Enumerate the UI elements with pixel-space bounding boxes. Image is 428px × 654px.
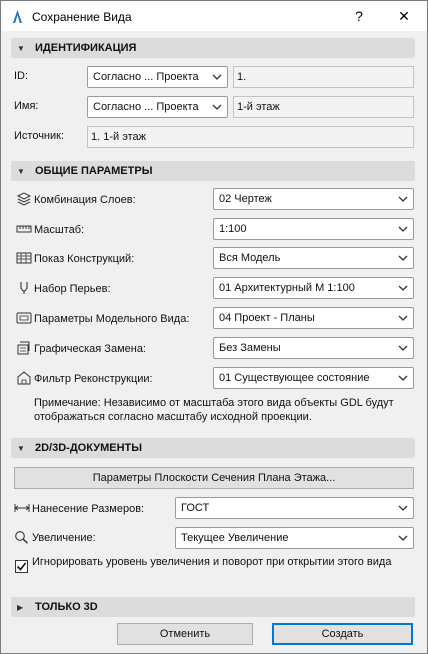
chevron-down-icon <box>212 104 222 110</box>
model-view-options-value: 04 Проект - Планы <box>219 312 315 324</box>
section-title: ИДЕНТИФИКАЦИЯ <box>35 42 137 54</box>
section-title: ОБЩИЕ ПАРАМЕТРЫ <box>35 165 153 177</box>
name-value: 1-й этаж <box>237 101 280 113</box>
chevron-down-icon <box>398 505 408 511</box>
create-button[interactable]: Создать <box>272 623 413 645</box>
section-header-2d3d-documents[interactable]: ▼ 2D/3D-ДОКУМЕНТЫ <box>11 438 415 458</box>
scale-ruler-icon <box>16 225 32 233</box>
scale-select[interactable]: 1:100 <box>213 218 414 240</box>
name-mode-select[interactable]: Согласно ... Проекта <box>87 96 228 118</box>
section-header-general[interactable]: ▼ ОБЩИЕ ПАРАМЕТРЫ <box>11 161 415 181</box>
ignore-zoom-label[interactable]: Игнорировать уровень увеличения и поворо… <box>32 555 412 569</box>
collapse-triangle-icon: ▼ <box>17 43 25 53</box>
model-view-icon <box>16 312 32 324</box>
layer-combination-select[interactable]: 02 Чертеж <box>213 188 414 210</box>
id-value: 1. <box>237 71 247 83</box>
close-icon: ✕ <box>398 7 410 24</box>
window-title: Сохранение Вида <box>32 10 132 24</box>
section-title: 2D/3D-ДОКУМЕНТЫ <box>35 442 142 454</box>
renovation-filter-value: 01 Существующее состояние <box>219 372 370 384</box>
chevron-down-icon <box>398 226 408 232</box>
source-field: 1. 1-й этаж <box>87 126 414 148</box>
archicad-app-icon <box>13 10 22 23</box>
close-button[interactable]: ✕ <box>386 1 422 31</box>
layers-icon <box>16 192 32 206</box>
chevron-down-icon <box>398 535 408 541</box>
floor-plan-cut-plane-button[interactable]: Параметры Плоскости Сечения Плана Этажа.… <box>14 467 414 489</box>
zoom-icon <box>15 531 28 544</box>
structure-display-value: Вся Модель <box>219 252 281 264</box>
chevron-down-icon <box>398 315 408 321</box>
help-icon: ? <box>355 8 363 24</box>
name-field[interactable]: 1-й этаж <box>233 96 414 118</box>
chevron-down-icon <box>398 285 408 291</box>
dimensioning-value: ГОСТ <box>181 502 210 514</box>
pen-icon <box>20 282 28 294</box>
structure-display-icon <box>16 252 32 264</box>
create-label: Создать <box>321 628 364 640</box>
renovation-filter-label: Фильтр Реконструкции: <box>34 373 153 385</box>
model-view-options-select[interactable]: 04 Проект - Планы <box>213 307 414 329</box>
dimensioning-select[interactable]: ГОСТ <box>175 497 414 519</box>
collapse-triangle-icon: ▼ <box>17 166 25 176</box>
structure-display-select[interactable]: Вся Модель <box>213 247 414 269</box>
model-view-options-label: Параметры Модельного Вида: <box>34 313 190 325</box>
section-header-only-3d[interactable]: ▶ ТОЛЬКО 3D <box>11 597 415 617</box>
graphic-override-value: Без Замены <box>219 342 281 354</box>
scale-value: 1:100 <box>219 223 247 235</box>
zoom-label: Увеличение: <box>32 532 96 544</box>
id-mode-select[interactable]: Согласно ... Проекта <box>87 66 228 88</box>
cancel-label: Отменить <box>159 628 211 640</box>
name-mode-value: Согласно ... Проекта <box>93 101 199 113</box>
title-bar: Сохранение Вида ? ✕ <box>1 1 427 31</box>
dimensioning-label: Нанесение Размеров: <box>32 503 145 515</box>
id-mode-value: Согласно ... Проекта <box>93 71 199 83</box>
layer-combination-value: 02 Чертеж <box>219 193 272 205</box>
chevron-down-icon <box>398 196 408 202</box>
chevron-down-icon <box>398 345 408 351</box>
name-label: Имя: <box>14 100 39 112</box>
renovation-filter-icon <box>17 371 31 385</box>
floor-plan-cut-plane-label: Параметры Плоскости Сечения Плана Этажа.… <box>92 472 336 484</box>
checkmark-icon <box>16 562 27 571</box>
gdl-scale-note: Примечание: Независимо от масштаба этого… <box>34 397 394 423</box>
chevron-down-icon <box>398 375 408 381</box>
pen-set-label: Набор Перьев: <box>34 283 111 295</box>
graphic-override-select[interactable]: Без Замены <box>213 337 414 359</box>
expand-triangle-icon: ▶ <box>17 602 24 612</box>
ignore-zoom-checkbox[interactable] <box>15 560 28 573</box>
zoom-value: Текущее Увеличение <box>181 532 289 544</box>
section-title: ТОЛЬКО 3D <box>35 601 98 613</box>
structure-display-label: Показ Конструкций: <box>34 253 135 265</box>
layer-combination-label: Комбинация Слоев: <box>34 194 136 206</box>
collapse-triangle-icon: ▼ <box>17 443 25 453</box>
zoom-select[interactable]: Текущее Увеличение <box>175 527 414 549</box>
chevron-down-icon <box>212 74 222 80</box>
scale-label: Масштаб: <box>34 224 85 236</box>
pen-set-select[interactable]: 01 Архитектурный М 1:100 <box>213 277 414 299</box>
save-view-dialog: Сохранение Вида ? ✕ ▼ ИДЕНТИФИКАЦИЯ ID: … <box>0 0 428 654</box>
section-header-identification[interactable]: ▼ ИДЕНТИФИКАЦИЯ <box>11 38 415 58</box>
chevron-down-icon <box>398 255 408 261</box>
source-label: Источник: <box>14 130 65 142</box>
graphic-override-label: Графическая Замена: <box>34 343 146 355</box>
help-button[interactable]: ? <box>341 1 377 31</box>
graphic-override-icon <box>17 341 30 355</box>
dimension-icon <box>14 504 30 512</box>
id-label: ID: <box>14 70 29 82</box>
pen-set-value: 01 Архитектурный М 1:100 <box>219 282 355 294</box>
cancel-button[interactable]: Отменить <box>117 623 253 645</box>
renovation-filter-select[interactable]: 01 Существующее состояние <box>213 367 414 389</box>
source-value: 1. 1-й этаж <box>91 131 146 143</box>
id-field[interactable]: 1. <box>233 66 414 88</box>
